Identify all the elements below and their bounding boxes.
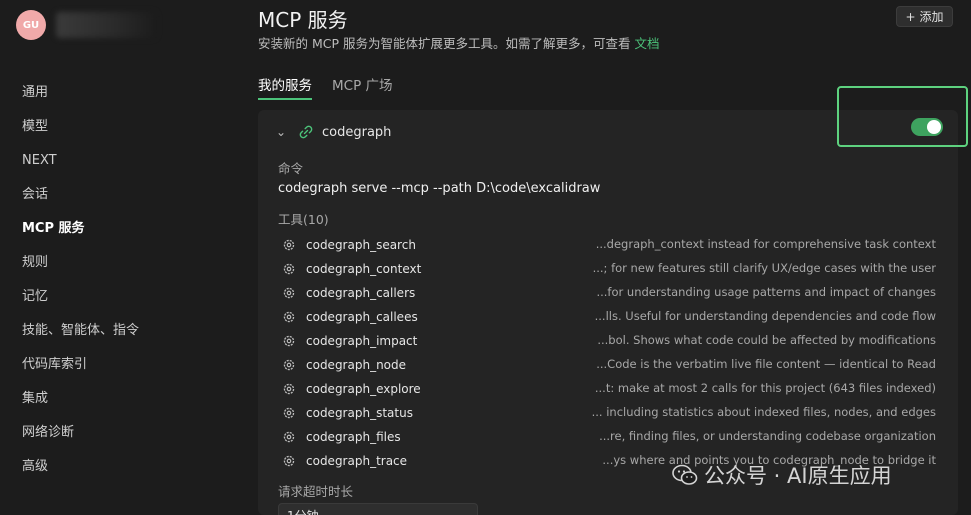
tool-description: ...re, finding files, or understanding c… — [599, 429, 936, 443]
tool-description: ...Code is the verbatim live file conten… — [596, 357, 936, 371]
tool-name: codegraph_context — [306, 262, 422, 276]
watermark-text: 公众号 · AI原生应用 — [704, 464, 892, 488]
sidebar-item-skills[interactable]: 技能、智能体、指令 — [0, 314, 240, 348]
wechat-icon — [672, 464, 698, 485]
gear-icon — [283, 335, 295, 347]
tool-row: codegraph_search ...degraph_context inst… — [278, 233, 938, 257]
tool-name: codegraph_status — [306, 406, 413, 420]
tool-description: ...; for new features still clarify UX/e… — [592, 261, 936, 275]
tab-bar: 我的服务 MCP 广场 — [258, 74, 393, 100]
gear-icon — [283, 311, 295, 323]
gear-icon — [283, 455, 295, 467]
tab-my-services[interactable]: 我的服务 — [258, 74, 312, 100]
tool-name: codegraph_search — [306, 238, 416, 252]
user-name-redacted — [56, 12, 156, 38]
sidebar-item-codebase-index[interactable]: 代码库索引 — [0, 348, 240, 382]
tool-row: codegraph_callers ...for understanding u… — [278, 281, 938, 305]
tool-description: ...t: make at most 2 calls for this proj… — [594, 381, 936, 395]
add-button-label: 添加 — [919, 10, 944, 24]
tools-label-text: 工具 — [278, 212, 304, 227]
tool-row: codegraph_node ...Code is the verbatim l… — [278, 353, 938, 377]
tool-row: codegraph_impact ...bol. Shows what code… — [278, 329, 938, 353]
tool-row: codegraph_files ...re, finding files, or… — [278, 425, 938, 449]
tool-row: codegraph_explore ...t: make at most 2 c… — [278, 377, 938, 401]
tool-list: codegraph_search ...degraph_context inst… — [278, 233, 938, 473]
chevron-down-icon: ⌄ — [458, 507, 469, 515]
docs-link[interactable]: 文档 — [634, 36, 659, 51]
sidebar-item-advanced[interactable]: 高级 — [0, 450, 240, 484]
timeout-value: 1分钟 — [287, 507, 319, 515]
tool-row: codegraph_status ... including statistic… — [278, 401, 938, 425]
server-card: ⌄ codegraph 命令 codegraph serve --mcp --p… — [258, 86, 968, 515]
sidebar-item-models[interactable]: 模型 — [0, 110, 240, 144]
sidebar: GU 通用 模型 NEXT 会话 MCP 服务 规则 记忆 技能、智能体、指令 … — [0, 0, 240, 515]
main-content: MCP 服务 安装新的 MCP 服务为智能体扩展更多工具。如需了解更多，可查看 … — [258, 0, 968, 515]
tool-name: codegraph_trace — [306, 454, 408, 468]
tool-name: codegraph_explore — [306, 382, 421, 396]
sidebar-item-mcp[interactable]: MCP 服务 — [0, 212, 240, 246]
plus-icon: + — [905, 9, 916, 24]
tools-count: (10) — [303, 212, 329, 227]
server-name: codegraph — [322, 124, 392, 140]
sidebar-item-memory[interactable]: 记忆 — [0, 280, 240, 314]
add-server-button[interactable]: + 添加 — [896, 6, 953, 27]
toggle-knob — [927, 120, 941, 134]
timeout-label: 请求超时时长 — [278, 484, 354, 499]
gear-icon — [283, 383, 295, 395]
avatar[interactable]: GU — [16, 10, 46, 40]
command-label: 命令 — [278, 161, 304, 176]
tool-name: codegraph_node — [306, 358, 407, 372]
tool-row: codegraph_context ...; for new features … — [278, 257, 938, 281]
tool-description: ...lls. Useful for understanding depende… — [594, 309, 936, 323]
link-icon — [299, 125, 313, 139]
sidebar-item-integrations[interactable]: 集成 — [0, 382, 240, 416]
gear-icon — [283, 287, 295, 299]
gear-icon — [283, 263, 295, 275]
tool-description: ...degraph_context instead for comprehen… — [595, 237, 936, 251]
tab-mcp-marketplace[interactable]: MCP 广场 — [332, 74, 393, 100]
server-header[interactable]: ⌄ codegraph — [276, 120, 391, 144]
tool-name: codegraph_files — [306, 430, 401, 444]
tool-name: codegraph_callees — [306, 310, 418, 324]
user-profile[interactable]: GU — [16, 10, 156, 40]
settings-nav: 通用 模型 NEXT 会话 MCP 服务 规则 记忆 技能、智能体、指令 代码库… — [0, 76, 240, 484]
gear-icon — [283, 407, 295, 419]
tool-name: codegraph_callers — [306, 286, 416, 300]
sidebar-item-next[interactable]: NEXT — [0, 144, 240, 178]
toggle-highlight-box — [837, 86, 968, 147]
command-value: codegraph serve --mcp --path D:\code\exc… — [278, 181, 601, 196]
tool-description: ...for understanding usage patterns and … — [596, 285, 936, 299]
watermark: 公众号 · AI原生应用 — [672, 460, 892, 490]
page-title: MCP 服务 — [258, 8, 348, 32]
page-description: 安装新的 MCP 服务为智能体扩展更多工具。如需了解更多，可查看 文档 — [258, 33, 660, 52]
tool-name: codegraph_impact — [306, 334, 418, 348]
tools-label: 工具(10) — [278, 209, 329, 228]
sidebar-item-chat[interactable]: 会话 — [0, 178, 240, 212]
tool-description: ...bol. Shows what code could be affecte… — [597, 333, 936, 347]
tool-row: codegraph_callees ...lls. Useful for und… — [278, 305, 938, 329]
gear-icon — [283, 359, 295, 371]
sidebar-item-rules[interactable]: 规则 — [0, 246, 240, 280]
gear-icon — [283, 239, 295, 251]
timeout-select[interactable]: 1分钟 ⌄ — [278, 503, 478, 515]
sidebar-item-general[interactable]: 通用 — [0, 76, 240, 110]
server-enabled-toggle[interactable] — [911, 118, 943, 136]
tool-description: ... including statistics about indexed f… — [591, 405, 936, 419]
chevron-down-icon[interactable]: ⌄ — [276, 125, 292, 139]
sidebar-item-network[interactable]: 网络诊断 — [0, 416, 240, 450]
gear-icon — [283, 431, 295, 443]
page-description-text: 安装新的 MCP 服务为智能体扩展更多工具。如需了解更多，可查看 — [258, 36, 631, 51]
